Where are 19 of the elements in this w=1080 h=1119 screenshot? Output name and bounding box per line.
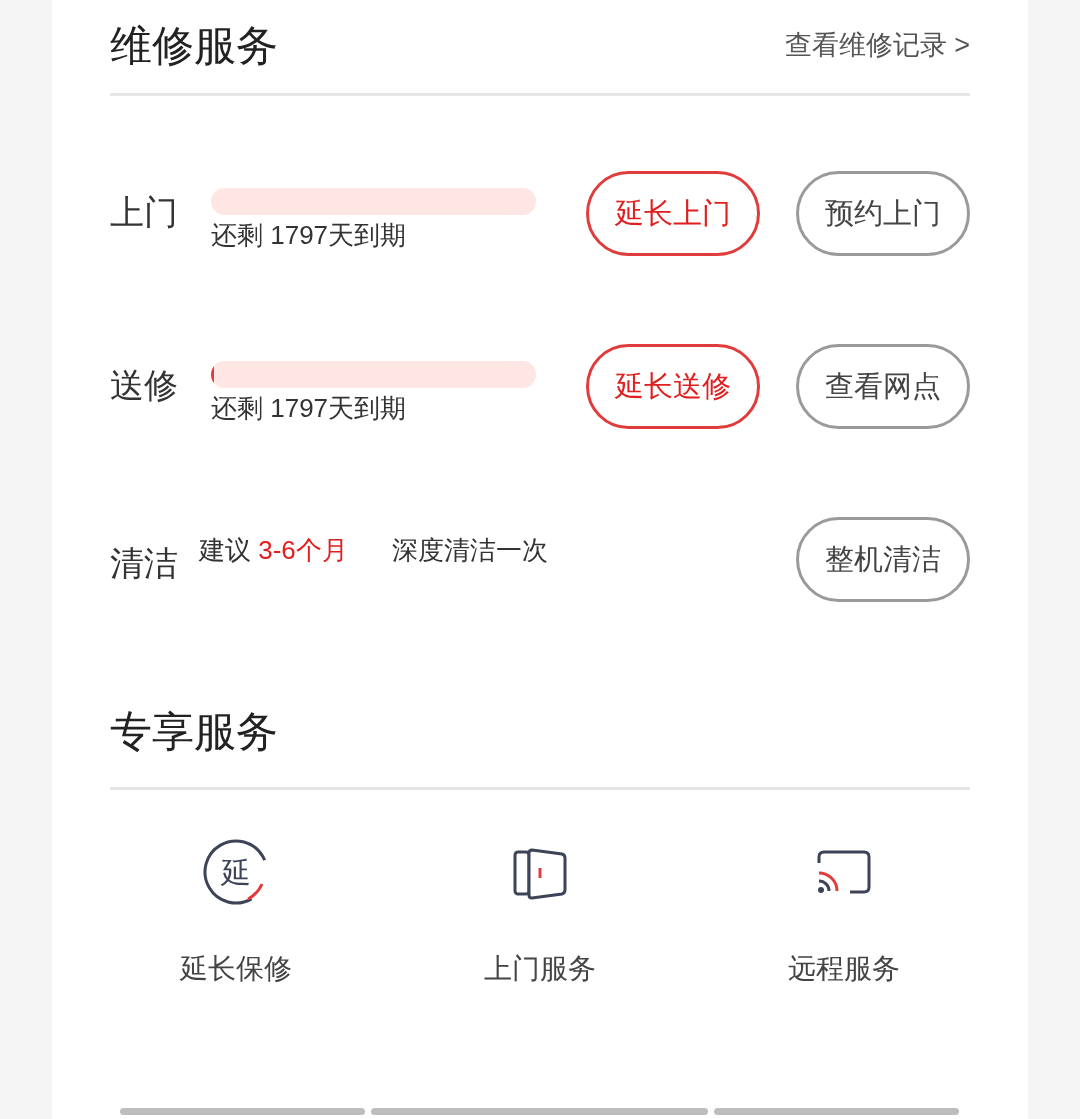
service-button[interactable]: 延长送修 — [586, 344, 760, 429]
section-title: 专享服务 — [110, 711, 278, 753]
cleaning-advice-text: 深度清洁一次 — [391, 534, 548, 567]
repair-records-link[interactable]: 查看维修记录 > — [784, 32, 970, 59]
service-button[interactable]: 延长上门 — [586, 171, 760, 256]
screen-cast-icon — [816, 849, 872, 895]
remaining-days-text: 还剩 1797天到期 — [211, 392, 408, 425]
service-button[interactable]: 查看网点 — [796, 344, 970, 429]
service-label: 上门 — [110, 192, 179, 233]
service-entry-label: 上门服务 — [484, 952, 596, 986]
service-label: 送修 — [110, 365, 179, 406]
service-entry-label: 延长保修 — [180, 952, 292, 986]
remaining-days-text: 还剩 1797天到期 — [211, 219, 408, 252]
cleaning-advice-text: 建议 3-6个月 — [199, 534, 348, 567]
section-title: 维修服务 — [110, 25, 278, 67]
service-button[interactable]: 预约上门 — [796, 171, 970, 256]
service-label: 清洁 — [110, 543, 179, 584]
service-entry-label: 远程服务 — [788, 952, 900, 986]
service-button[interactable]: 整机清洁 — [796, 517, 970, 602]
